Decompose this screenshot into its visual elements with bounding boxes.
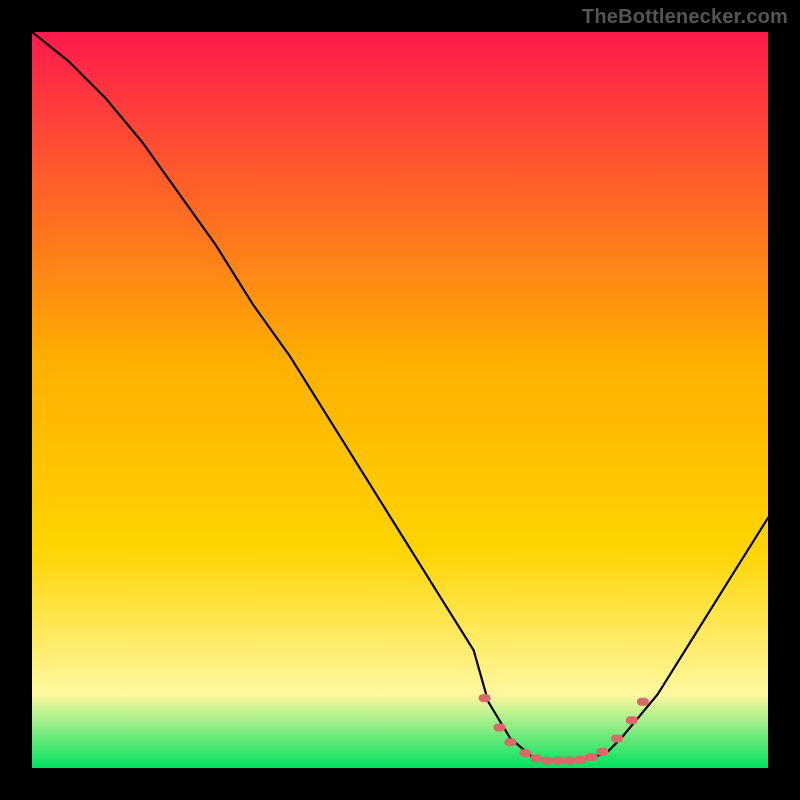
curve-marker bbox=[611, 735, 623, 743]
curve-marker bbox=[574, 756, 586, 764]
chart-svg bbox=[32, 32, 768, 768]
curve-marker bbox=[530, 754, 542, 762]
curve-marker bbox=[563, 757, 575, 765]
watermark-text: TheBottlenecker.com bbox=[582, 6, 788, 29]
curve-marker bbox=[637, 698, 649, 706]
curve-marker bbox=[493, 724, 505, 732]
curve-marker bbox=[552, 757, 564, 765]
curve-marker bbox=[596, 748, 608, 756]
curve-marker bbox=[479, 694, 491, 702]
curve-marker bbox=[541, 757, 553, 765]
curve-marker bbox=[504, 738, 516, 746]
curve-marker bbox=[626, 716, 638, 724]
curve-marker bbox=[519, 749, 531, 757]
plot-area bbox=[32, 32, 768, 768]
curve-marker bbox=[585, 753, 597, 761]
chart-frame: TheBottlenecker.com bbox=[0, 0, 800, 800]
